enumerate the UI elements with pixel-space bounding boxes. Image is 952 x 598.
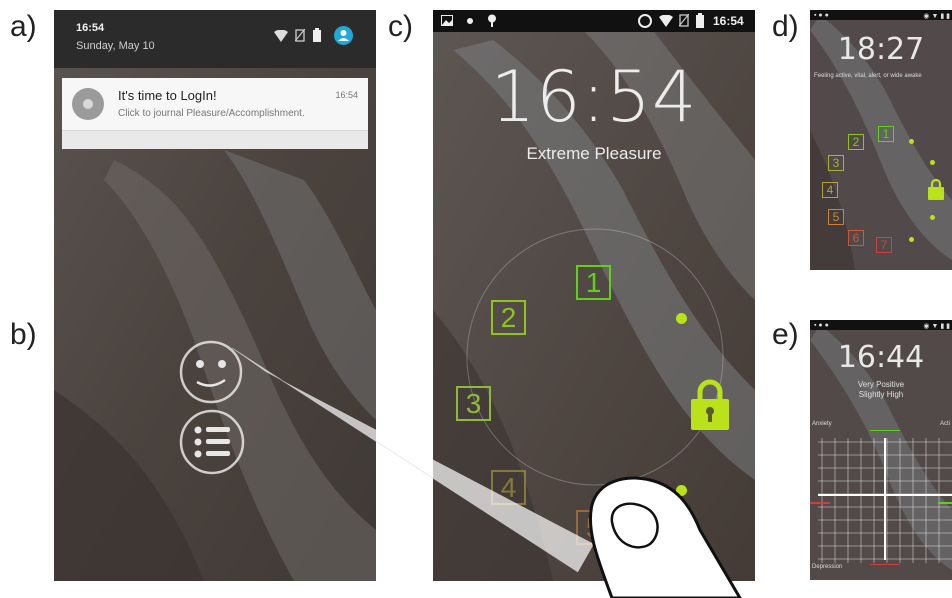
swipe-gesture xyxy=(231,347,742,598)
finger-icon xyxy=(588,476,742,598)
